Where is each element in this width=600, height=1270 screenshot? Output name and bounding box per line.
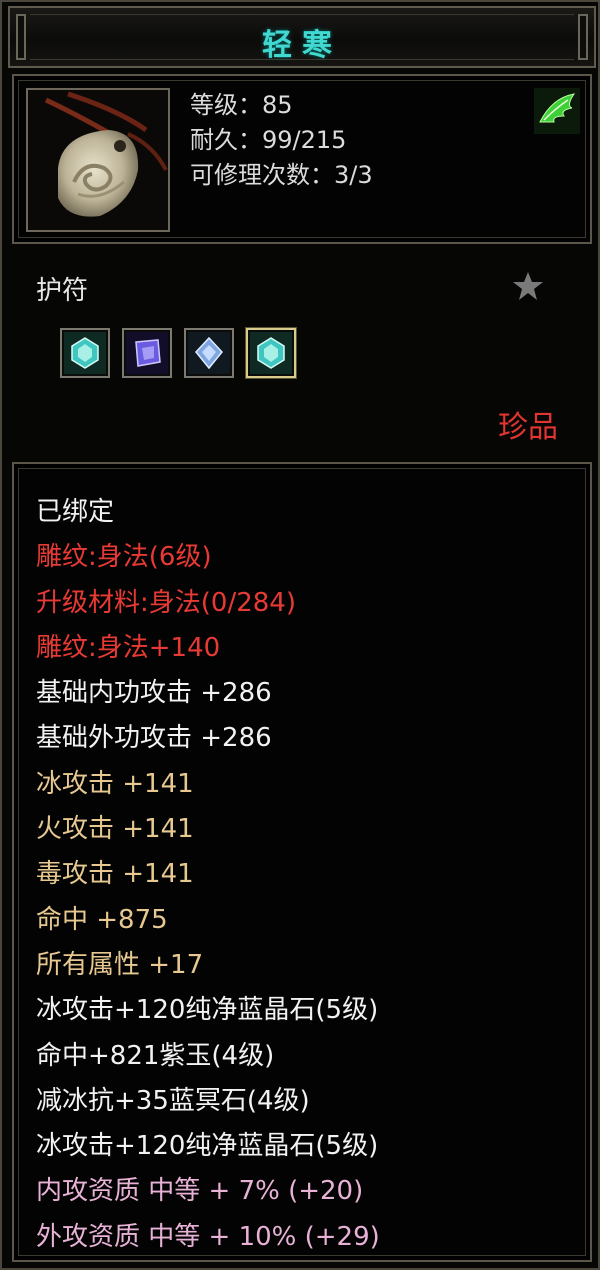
purple-gem-icon bbox=[126, 332, 168, 374]
cyan-gem-icon bbox=[250, 332, 292, 374]
item-repair-count: 可修理次数：3/3 bbox=[190, 161, 373, 189]
item-icon-slot bbox=[26, 88, 170, 232]
gem-slot-1[interactable] bbox=[60, 328, 110, 378]
gem-slot-4[interactable] bbox=[246, 328, 296, 378]
cyan-gem-icon bbox=[64, 332, 106, 374]
star-icon[interactable] bbox=[512, 270, 544, 302]
title-bar: 轻寒 bbox=[8, 6, 596, 68]
attributes-panel: 已绑定 雕纹:身法(6级) 升级材料:身法(0/284) 雕纹:身法+140 基… bbox=[12, 462, 592, 1262]
jade-pendant-icon bbox=[44, 91, 168, 217]
item-type: 护符 bbox=[36, 276, 89, 306]
item-level: 等级：85 bbox=[190, 91, 293, 119]
gem-slot-3[interactable] bbox=[184, 328, 234, 378]
attribute-line: 冰攻击+120纯净蓝晶石(5级) bbox=[36, 995, 379, 1026]
item-summary-panel: 等级：85 耐久：99/215 可修理次数：3/3 bbox=[12, 74, 592, 244]
attribute-line: 减冰抗+35蓝冥石(4级) bbox=[36, 1085, 310, 1116]
attribute-line: 基础内功攻击 +286 bbox=[36, 678, 272, 709]
item-durability: 耐久：99/215 bbox=[190, 126, 347, 154]
attribute-line: 所有属性 +17 bbox=[36, 949, 204, 980]
attribute-line: 内攻资质 中等 + 7% (+20) bbox=[36, 1176, 364, 1207]
item-type-section: 护符 珍品 bbox=[12, 252, 592, 452]
gem-slot-2[interactable] bbox=[122, 328, 172, 378]
item-stats: 等级：85 耐久：99/215 可修理次数：3/3 bbox=[190, 88, 373, 193]
blue-gem-icon bbox=[188, 332, 230, 374]
attribute-line: 升级材料:身法(0/284) bbox=[36, 587, 296, 618]
attribute-line: 外攻资质 中等 + 10% (+29) bbox=[36, 1221, 380, 1252]
attribute-line: 命中 +875 bbox=[36, 904, 168, 935]
green-wing-icon bbox=[534, 88, 580, 134]
attribute-line: 冰攻击 +141 bbox=[36, 768, 194, 799]
item-name: 轻寒 bbox=[262, 28, 342, 63]
attribute-line: 命中+821紫玉(4级) bbox=[36, 1040, 275, 1071]
item-tooltip: 轻寒 等级：85 耐久：99/215 可修理次数：3/3 护符 珍品 已绑定 雕… bbox=[0, 0, 600, 1270]
gem-slots bbox=[60, 328, 296, 378]
attribute-list: 已绑定 雕纹:身法(6级) 升级材料:身法(0/284) 雕纹:身法+140 基… bbox=[36, 490, 380, 1260]
attribute-line: 毒攻击 +141 bbox=[36, 859, 194, 890]
attribute-line: 火攻击 +141 bbox=[36, 814, 194, 845]
attribute-line: 雕纹:身法+140 bbox=[36, 632, 221, 663]
attribute-line: 冰攻击+120纯净蓝晶石(5级) bbox=[36, 1131, 379, 1162]
item-rarity: 珍品 bbox=[498, 410, 558, 445]
attribute-line: 基础外功攻击 +286 bbox=[36, 723, 272, 754]
attribute-line: 已绑定 bbox=[36, 497, 115, 527]
attribute-line: 雕纹:身法(6级) bbox=[36, 542, 212, 573]
